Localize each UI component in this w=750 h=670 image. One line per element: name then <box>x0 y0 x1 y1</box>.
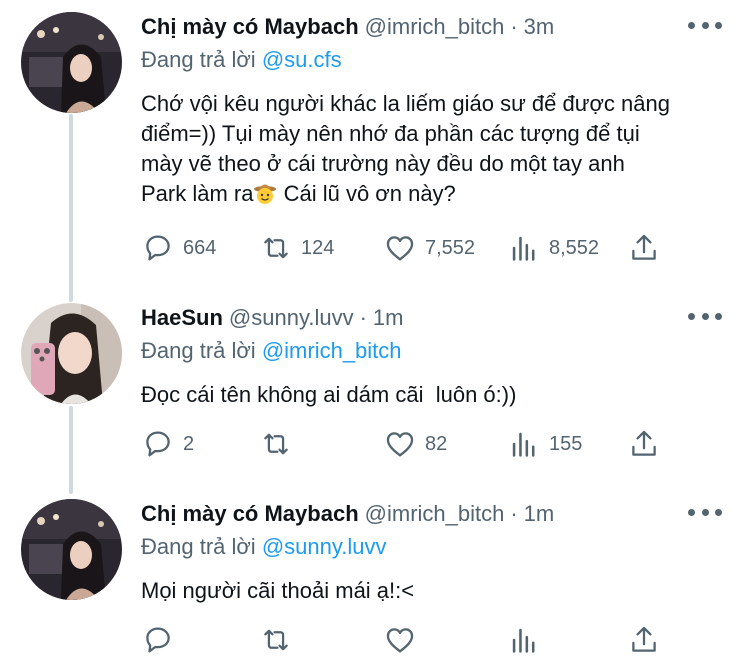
separator-dot: · <box>359 305 367 330</box>
replying-to: Đang trả lời @su.cfs <box>141 45 732 75</box>
tweet-text-fragment: Park làm ra <box>141 181 254 206</box>
retweet-button[interactable] <box>259 623 301 657</box>
tweet-header: HaeSun @sunny.luvv · 1m <box>141 303 732 333</box>
display-name[interactable]: Chị mày có Maybach <box>141 12 359 42</box>
reply-button[interactable] <box>141 623 183 657</box>
mention-link[interactable]: @imrich_bitch <box>262 338 402 363</box>
dot-icon <box>715 508 722 516</box>
tweet-text: Chớ vội kêu người khác la liếm giáo sư đ… <box>141 89 732 209</box>
mention-link[interactable]: @sunny.luvv <box>262 534 387 559</box>
tweet-text-line: Đọc cái tên không ai dám cãi luôn ó:)) <box>141 382 517 407</box>
dot-icon <box>688 21 695 29</box>
user-handle[interactable]: @sunny.luvv <box>229 303 354 333</box>
share-icon <box>632 234 656 260</box>
reply-prefix: Đang trả lời <box>141 338 256 363</box>
tweet-text-line: Chớ vội kêu người khác la liếm giáo sư đ… <box>141 91 670 116</box>
like-button[interactable]: 82 <box>383 427 447 461</box>
separator-dot: · <box>510 501 518 526</box>
more-options-button[interactable] <box>688 505 722 519</box>
tweet-text: Đọc cái tên không ai dám cãi luôn ó:)) <box>141 380 732 410</box>
display-name[interactable]: HaeSun <box>141 303 223 333</box>
heart-icon <box>386 628 414 653</box>
separator-dot: · <box>510 14 518 39</box>
replying-to: Đang trả lời @sunny.luvv <box>141 532 732 562</box>
like-button[interactable]: 7,552 <box>383 231 475 265</box>
tweet-text: Mọi người cãi thoải mái ạ!:< <box>141 576 732 606</box>
retweet-button[interactable]: 124 <box>259 231 334 265</box>
views-button[interactable]: 8,552 <box>507 231 599 265</box>
reply-prefix: Đang trả lời <box>141 534 256 559</box>
tweet-actions: 2 82 155 <box>141 427 661 463</box>
dot-icon <box>688 312 695 320</box>
dot-icon <box>715 21 722 29</box>
avatar[interactable] <box>21 12 122 113</box>
timestamp[interactable]: 1m <box>524 499 555 529</box>
like-count: 82 <box>425 432 448 455</box>
reply-icon <box>146 431 170 457</box>
bar-chart-icon <box>512 628 535 653</box>
replying-to: Đang trả lời @imrich_bitch <box>141 336 732 366</box>
timestamp[interactable]: 1m <box>373 303 404 333</box>
reply-count: 2 <box>183 432 195 455</box>
reply-prefix: Đang trả lời <box>141 47 256 72</box>
tweet[interactable]: Chị mày có Maybach @imrich_bitch · 3m Đa… <box>0 0 750 292</box>
dot-icon <box>688 508 695 516</box>
share-button[interactable] <box>627 623 661 657</box>
share-icon <box>632 626 656 652</box>
views-button[interactable] <box>507 623 549 657</box>
tweet-actions <box>141 623 661 659</box>
tweet[interactable]: HaeSun @sunny.luvv · 1m Đang trả lời @im… <box>0 296 750 486</box>
dot-icon <box>701 21 709 29</box>
views-button[interactable]: 155 <box>507 427 582 461</box>
tweet[interactable]: Chị mày có Maybach @imrich_bitch · 1m Đa… <box>0 492 750 670</box>
retweet-icon <box>264 433 288 455</box>
more-options-button[interactable] <box>688 309 722 323</box>
tweet-header: Chị mày có Maybach @imrich_bitch · 3m <box>141 12 732 42</box>
tweet-text-fragment: Cái lũ vô ơn này? <box>277 181 456 206</box>
share-icon <box>632 430 656 456</box>
dot-icon <box>701 508 709 516</box>
user-handle[interactable]: @imrich_bitch <box>365 12 505 42</box>
like-count: 7,552 <box>425 236 476 259</box>
more-options-button[interactable] <box>688 18 722 32</box>
share-button[interactable] <box>627 231 661 265</box>
tweet-actions: 664 124 7,552 8,552 <box>141 231 661 267</box>
bar-chart-icon <box>512 236 535 261</box>
retweet-button[interactable] <box>259 427 301 461</box>
dot-icon <box>715 312 722 320</box>
reply-icon <box>146 627 170 653</box>
heart-icon <box>386 432 414 457</box>
share-button[interactable] <box>627 427 661 461</box>
display-name[interactable]: Chị mày có Maybach <box>141 499 359 529</box>
tweet-header: Chị mày có Maybach @imrich_bitch · 1m <box>141 499 732 529</box>
retweet-icon <box>264 629 288 651</box>
retweet-icon <box>264 237 288 259</box>
dot-icon <box>701 312 709 320</box>
tweet-text-line: Mọi người cãi thoải mái ạ!:< <box>141 578 415 603</box>
cowboy-face-emoji-icon <box>254 184 277 204</box>
avatar[interactable] <box>21 303 122 404</box>
heart-icon <box>386 236 414 261</box>
retweet-count: 124 <box>301 236 335 259</box>
like-button[interactable] <box>383 623 425 657</box>
reply-button[interactable]: 2 <box>141 427 194 461</box>
reply-icon <box>146 235 170 261</box>
avatar[interactable] <box>21 499 122 600</box>
mention-link[interactable]: @su.cfs <box>262 47 342 72</box>
reply-button[interactable]: 664 <box>141 231 216 265</box>
tweet-text-line: mày vẽ theo ở cái trường này đều do một … <box>141 151 625 176</box>
bar-chart-icon <box>512 432 535 457</box>
tweet-text-line: Park làm ra Cái lũ vô ơn này? <box>141 179 732 209</box>
user-handle[interactable]: @imrich_bitch <box>365 499 505 529</box>
view-count: 155 <box>549 432 583 455</box>
view-count: 8,552 <box>549 236 600 259</box>
tweet-text-line: điểm=)) Tụi mày nên nhớ đa phần các tượn… <box>141 121 640 146</box>
timestamp[interactable]: 3m <box>524 12 555 42</box>
reply-count: 664 <box>183 236 217 259</box>
